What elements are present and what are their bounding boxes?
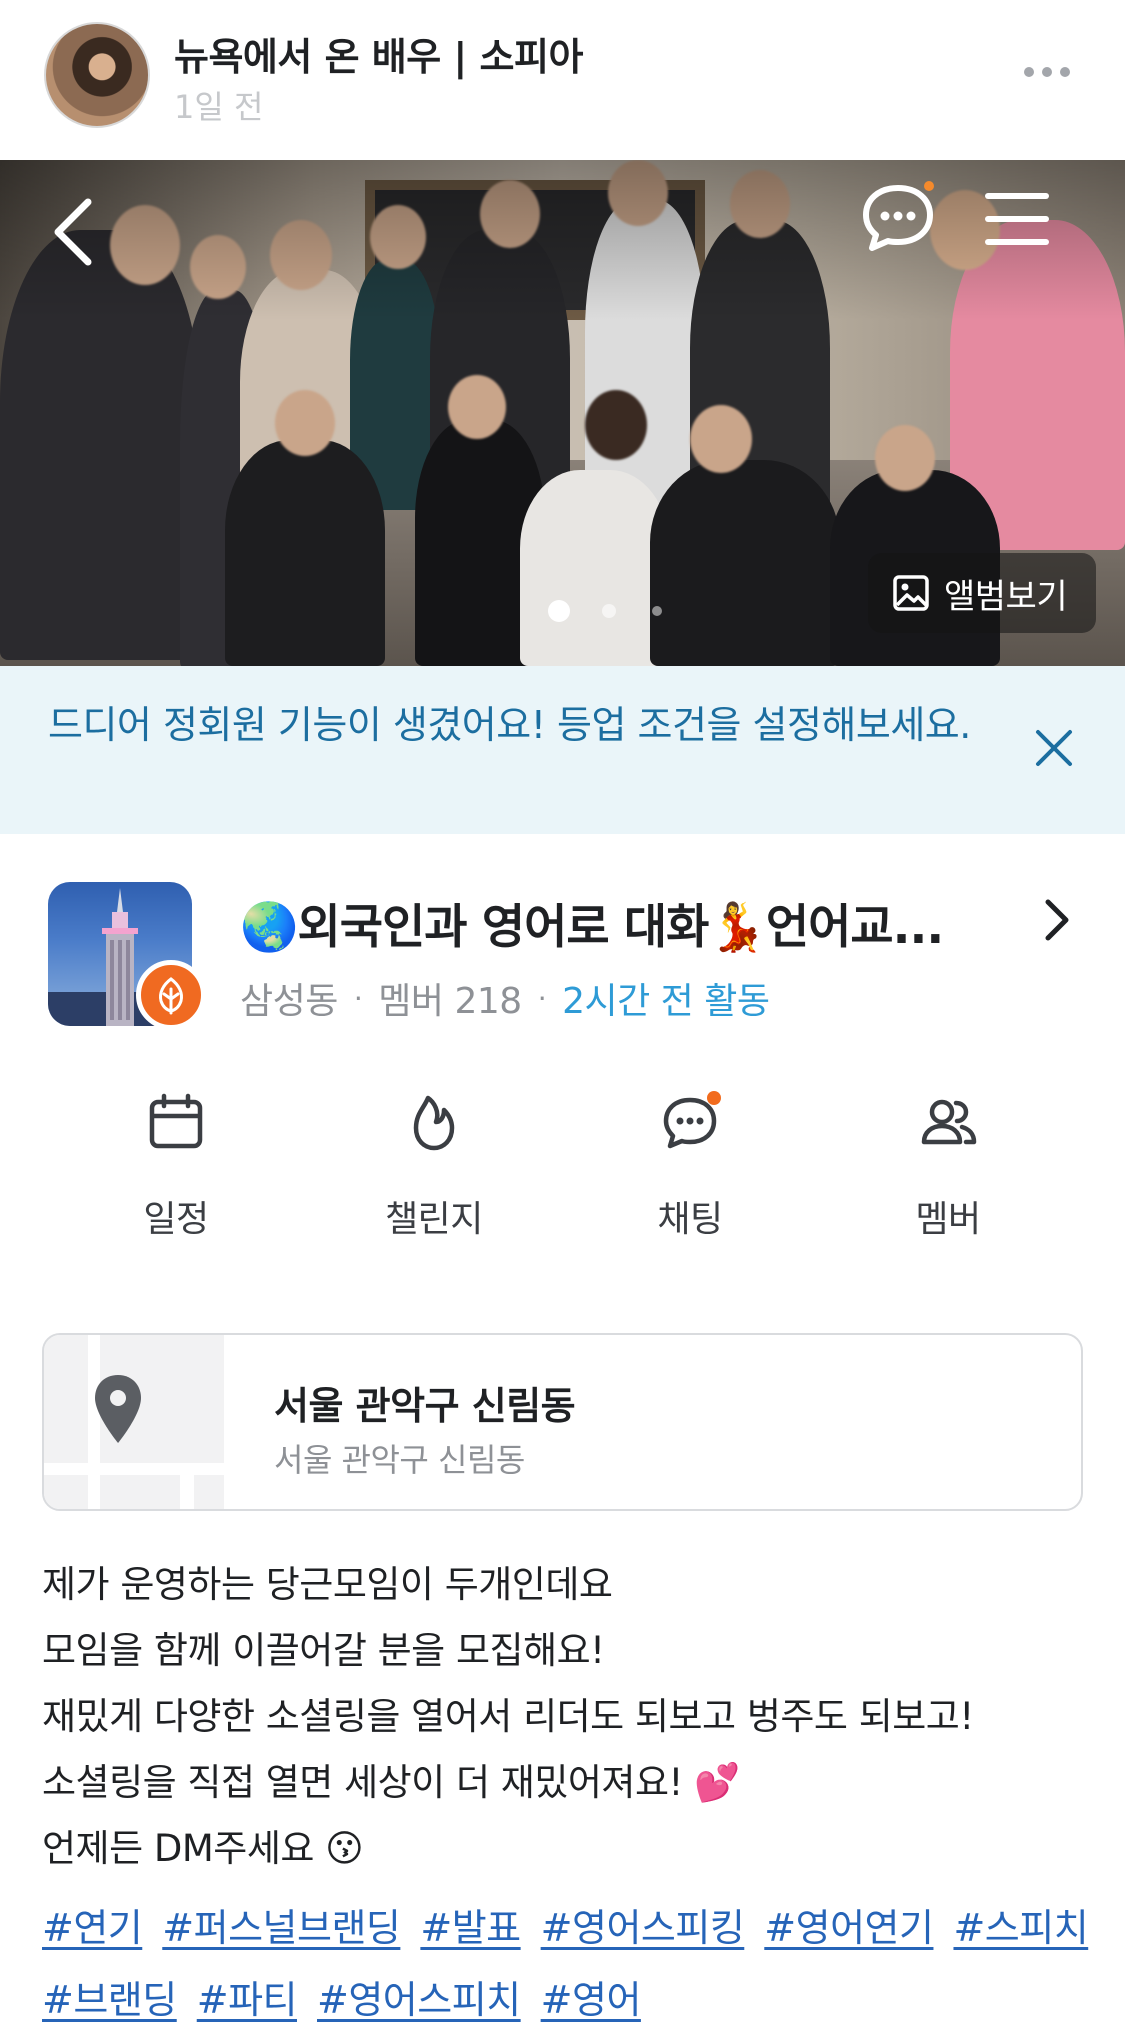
flame-icon [413,1095,455,1151]
action-members-label: 멤버 [915,1199,981,1240]
action-schedule-label: 일정 [143,1199,209,1240]
carousel-dot [652,606,662,616]
more-options-button[interactable] [1012,52,1082,92]
hashtag-link[interactable]: #영어연기 [764,1897,934,1952]
view-album-label: 앨범보기 [944,576,1068,617]
hamburger-menu-icon [985,193,1049,245]
location-title: 서울 관악구 신림동 [274,1384,576,1428]
group-badge [136,960,206,1030]
chat-icon [663,1091,721,1149]
back-chevron-icon [54,198,92,266]
hashtag-link[interactable]: #퍼스널브랜딩 [162,1897,401,1952]
carousel-indicator [548,600,668,622]
group-members: 멤버 218 [378,981,522,1022]
back-button[interactable] [44,194,104,270]
location-subtitle: 서울 관악구 신림동 [274,1441,525,1479]
body-line: 제가 운영하는 당근모임이 두개인데요 [42,1563,613,1606]
action-schedule[interactable]: 일정 [76,1090,276,1250]
hashtag-link[interactable]: #영어 [541,1969,642,2024]
group-activity: 2시간 전 활동 [562,981,770,1022]
post-body: 제가 운영하는 당근모임이 두개인데요 모임을 함께 이끌어갈 분을 모집해요!… [42,1552,1082,1882]
hashtag-link[interactable]: #발표 [420,1897,521,1952]
hashtag-link[interactable]: #영어스피치 [317,1969,521,2024]
meta-separator: · [537,981,547,1015]
group-meta: 삼성동 · 멤버 218 · 2시간 전 활동 [240,972,770,1024]
notice-banner: 드디어 정회원 기능이 생겼어요! 등업 조건을 설정해보세요. [0,666,1125,834]
action-challenge-label: 챌린지 [385,1199,483,1240]
more-horizontal-icon [1024,67,1070,77]
view-album-button[interactable]: 앨범보기 [868,553,1096,633]
post-time: 1일 전 [174,88,264,126]
map-pin-icon [95,1375,141,1443]
notice-close-button[interactable] [1032,726,1076,770]
group-title[interactable]: 🌏외국인과 영어로 대화💃언어교... [240,888,1020,957]
group-detail-button[interactable] [1038,896,1074,944]
image-icon [893,575,929,611]
notice-text: 드디어 정회원 기능이 생겼어요! 등업 조건을 설정해보세요. [48,703,971,747]
hashtag-link[interactable]: #연기 [42,1897,143,1952]
chat-bubble-icon [863,181,934,251]
body-line: 언제든 DM주세요 😗 [42,1827,364,1870]
carousel-dot-active [548,600,570,622]
menu-button[interactable] [982,186,1052,252]
map-thumbnail [44,1335,224,1509]
hashtag-link[interactable]: #영어스피킹 [541,1897,745,1952]
body-line: 모임을 함께 이끌어갈 분을 모집해요! [42,1629,605,1672]
hashtag-link[interactable]: #브랜딩 [42,1969,177,2024]
post-header: 뉴욕에서 온 배우 | 소피아 1일 전 [0,0,1125,160]
carousel-dot [602,604,616,618]
calendar-icon [149,1093,203,1149]
album-photo[interactable]: 앨범보기 [0,160,1125,666]
hashtag-link[interactable]: #파티 [197,1969,298,2024]
action-chat[interactable]: 채팅 [590,1090,790,1250]
author-avatar[interactable] [44,22,150,128]
location-card[interactable]: 서울 관악구 신림동 서울 관악구 신림동 [42,1333,1083,1511]
members-icon [921,1099,977,1145]
action-members[interactable]: 멤버 [848,1090,1048,1250]
body-line: 재밌게 다양한 소셜링을 열어서 리더도 되보고 벙주도 되보고! [42,1695,974,1738]
action-chat-label: 채팅 [657,1199,723,1240]
chat-button[interactable] [858,178,938,258]
hashtag-link[interactable]: #스피치 [953,1897,1088,1952]
hashtag-list: #연기 #퍼스널브랜딩 #발표 #영어스피킹 #영어연기 #스피치 #브랜딩 #… [42,1888,1092,2032]
group-location: 삼성동 [240,981,338,1022]
action-challenge[interactable]: 챌린지 [334,1090,534,1250]
leaf-badge-icon [159,977,183,1015]
close-icon [1036,730,1072,766]
chevron-right-icon [1045,899,1069,941]
author-name[interactable]: 뉴욕에서 온 배우 | 소피아 [174,26,583,81]
meta-separator: · [353,981,363,1015]
body-line: 소셜링을 직접 열면 세상이 더 재밌어져요! 💕 [42,1761,740,1804]
